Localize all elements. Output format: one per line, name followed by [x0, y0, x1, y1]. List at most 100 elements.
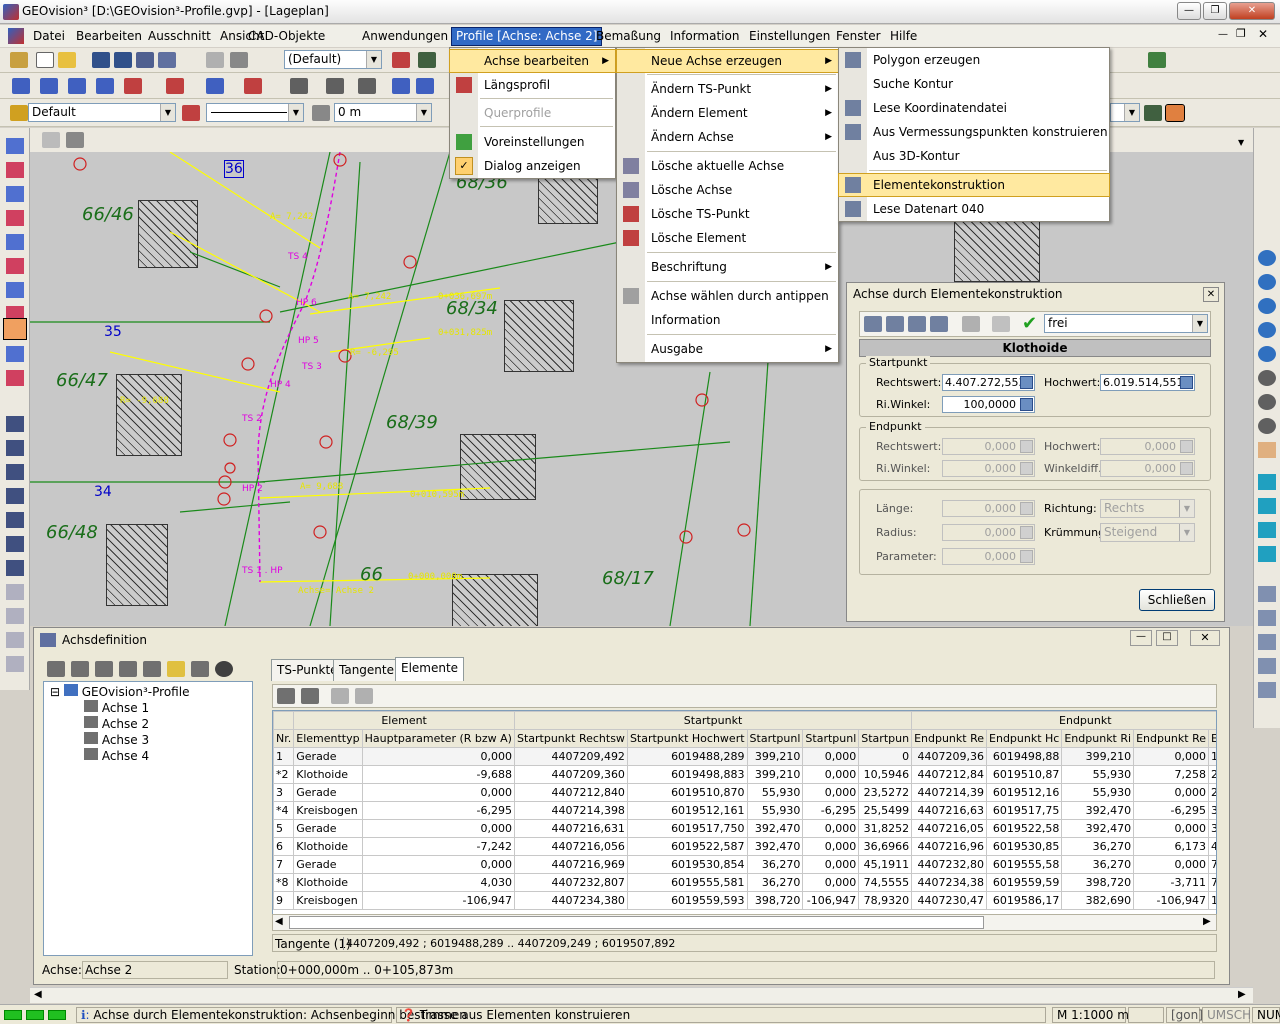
- tool-icon-n[interactable]: [6, 488, 24, 504]
- menu-hilfe[interactable]: Hilfe: [886, 28, 921, 45]
- tool-icon-m[interactable]: [6, 464, 24, 480]
- element-icon[interactable]: [930, 316, 948, 332]
- view-icon[interactable]: [42, 132, 60, 148]
- line-icon[interactable]: [12, 78, 30, 94]
- table-row[interactable]: 3 Gerade 0,000 4407212,840 6019510,870 55,930…: [273, 783, 1216, 802]
- horizontal-scrollbar[interactable]: ◀ ▶: [272, 914, 1217, 931]
- column-header[interactable]: Startpunkt Rechtsw: [513, 729, 628, 748]
- zoom-all-icon[interactable]: [1258, 322, 1276, 338]
- rect-icon[interactable]: [166, 78, 184, 94]
- tool-icon-c[interactable]: [6, 186, 24, 202]
- element-icon-2[interactable]: [962, 316, 980, 332]
- nav-icon-e[interactable]: [1258, 586, 1276, 602]
- menu-item-datenart-040[interactable]: Lese Datenart 040: [839, 198, 1109, 220]
- confirm-check-icon[interactable]: ✔: [1022, 313, 1037, 334]
- tool-icon-k[interactable]: [6, 416, 24, 432]
- grid-icon[interactable]: [392, 78, 410, 94]
- save-icon[interactable]: [92, 52, 110, 68]
- zoom-prev-icon[interactable]: [1258, 346, 1276, 362]
- table-row[interactable]: *4 Kreisbogen -6,295 4407214,398 6019512,161…: [273, 801, 1216, 820]
- tree-item-achse-3[interactable]: Achse 3: [84, 732, 149, 747]
- menu-item-suche-kontur[interactable]: Suche Kontur: [839, 73, 1109, 95]
- measure-icon[interactable]: [358, 78, 376, 94]
- menu-item-aendern-element[interactable]: Ändern Element ▶: [617, 102, 838, 124]
- print-preview-icon[interactable]: [206, 52, 224, 68]
- pen-icon[interactable]: [312, 105, 330, 121]
- menu-ausschnitt[interactable]: Ausschnitt: [144, 28, 215, 45]
- new-file-icon[interactable]: [36, 52, 54, 68]
- tab-elemente[interactable]: Elemente: [395, 657, 465, 681]
- scroll-right-icon[interactable]: ▶: [1238, 989, 1246, 1000]
- chevron-down-icon[interactable]: ▼: [1192, 315, 1207, 332]
- tree-item-achse-2[interactable]: Achse 2: [84, 716, 149, 731]
- dim-icon[interactable]: [290, 78, 308, 94]
- nav-icon-a[interactable]: [1258, 474, 1276, 490]
- pencil-icon[interactable]: [10, 52, 28, 68]
- chevron-down-icon[interactable]: ▼: [366, 51, 381, 68]
- open-folder-icon[interactable]: [58, 52, 76, 68]
- close-button[interactable]: Schließen: [1139, 589, 1215, 611]
- tool-icon-r[interactable]: [6, 584, 24, 600]
- menu-item-aus-3d[interactable]: Aus 3D-Kontur: [839, 145, 1109, 167]
- zoom-out-icon[interactable]: [1258, 274, 1276, 290]
- print-icon[interactable]: [230, 52, 248, 68]
- circle-icon[interactable]: [206, 78, 224, 94]
- table-row[interactable]: *2 Klothoide -9,688 4407209,360 6019498,883 3…: [273, 765, 1216, 784]
- menu-item-voreinstellungen[interactable]: Voreinstellungen: [450, 131, 615, 153]
- point-icon[interactable]: [124, 78, 142, 94]
- menu-item-neue-achse[interactable]: Neue Achse erzeugen ▶: [616, 49, 839, 73]
- arc-element-icon[interactable]: [908, 316, 926, 332]
- menu-item-ausgabe[interactable]: Ausgabe ▶: [617, 338, 838, 360]
- clothoid-element-icon[interactable]: [886, 316, 904, 332]
- menu-item-achse-bearbeiten[interactable]: Achse bearbeiten ▶: [449, 49, 616, 73]
- active-tool-icon[interactable]: [1165, 104, 1185, 122]
- menu-item-loesche-ts[interactable]: Lösche TS-Punkt: [617, 203, 838, 225]
- layer-props-icon[interactable]: [392, 52, 410, 68]
- menu-item-aendern-ts[interactable]: Ändern TS-Punkt ▶: [617, 78, 838, 100]
- tool-icon-t[interactable]: [6, 632, 24, 648]
- mdi-restore-icon[interactable]: ❐: [1236, 27, 1246, 40]
- magnifier-icon[interactable]: [1258, 370, 1276, 386]
- main-hscrollbar[interactable]: ◀ ▶: [30, 987, 1253, 1003]
- menu-item-loesche-element[interactable]: Lösche Element: [617, 227, 838, 249]
- menu-profile[interactable]: Profile [Achse: Achse 2]: [450, 27, 603, 46]
- menu-item-aus-vermessung[interactable]: Aus Vermessungspunkten konstruieren: [839, 121, 1109, 143]
- menu-item-loesche-aktuelle[interactable]: Lösche aktuelle Achse: [617, 155, 838, 177]
- tool-icon-u[interactable]: [6, 656, 24, 672]
- column-header[interactable]: Endpunkt Ri: [1061, 729, 1135, 748]
- tool-icon-d[interactable]: [6, 210, 24, 226]
- scroll-left-icon[interactable]: ◀: [275, 916, 283, 927]
- pick-icon[interactable]: [301, 688, 319, 704]
- menu-item-information[interactable]: Information: [617, 309, 838, 331]
- maximize-icon[interactable]: ❐: [1203, 2, 1227, 20]
- achsdef-maximize-icon[interactable]: □: [1156, 630, 1178, 646]
- close-icon[interactable]: ✕: [1229, 2, 1275, 20]
- snap-icon[interactable]: [326, 78, 344, 94]
- table-row[interactable]: 1 Gerade 0,000 4407209,492 6019488,289 399,21…: [273, 747, 1216, 766]
- column-header[interactable]: Hauptparameter (R bzw A): [361, 729, 515, 748]
- tool-icon[interactable]: [355, 688, 373, 704]
- hatch-icon[interactable]: [244, 78, 262, 94]
- table-row[interactable]: *8 Klothoide 4,030 4407232,807 6019555,581 36…: [273, 873, 1216, 892]
- turtle-icon[interactable]: [1144, 105, 1162, 121]
- column-header[interactable]: Startpunkt Hochwert: [626, 729, 748, 748]
- menu-item-laengsprofil[interactable]: Längsprofil: [450, 74, 615, 96]
- print-area-icon[interactable]: [66, 132, 84, 148]
- mdi-minimize-icon[interactable]: —: [1218, 29, 1228, 40]
- chevron-down-icon[interactable]: ▼: [1124, 104, 1139, 121]
- tool-icon-g[interactable]: [6, 282, 24, 298]
- start-hochwert-field[interactable]: 6.019.514,551: [1100, 374, 1195, 391]
- start-riwinkel-field[interactable]: 100,0000: [942, 396, 1035, 413]
- calculator-icon[interactable]: [1180, 376, 1193, 389]
- tool-icon-b[interactable]: [6, 162, 24, 178]
- column-header[interactable]: Startpunl: [802, 729, 860, 748]
- chevron-down-icon[interactable]: ▼: [288, 104, 303, 121]
- list-icon[interactable]: [143, 661, 161, 677]
- scroll-left-icon[interactable]: ◀: [34, 989, 42, 1000]
- column-header[interactable]: Endpun: [1208, 729, 1216, 748]
- minimize-icon[interactable]: —: [1177, 2, 1201, 20]
- zoom-extent-icon[interactable]: [1258, 418, 1276, 434]
- nav-icon-i[interactable]: [1258, 682, 1276, 698]
- tree-item-achse-4[interactable]: Achse 4: [84, 748, 149, 763]
- offset-combo[interactable]: 0 m ▼: [334, 103, 432, 122]
